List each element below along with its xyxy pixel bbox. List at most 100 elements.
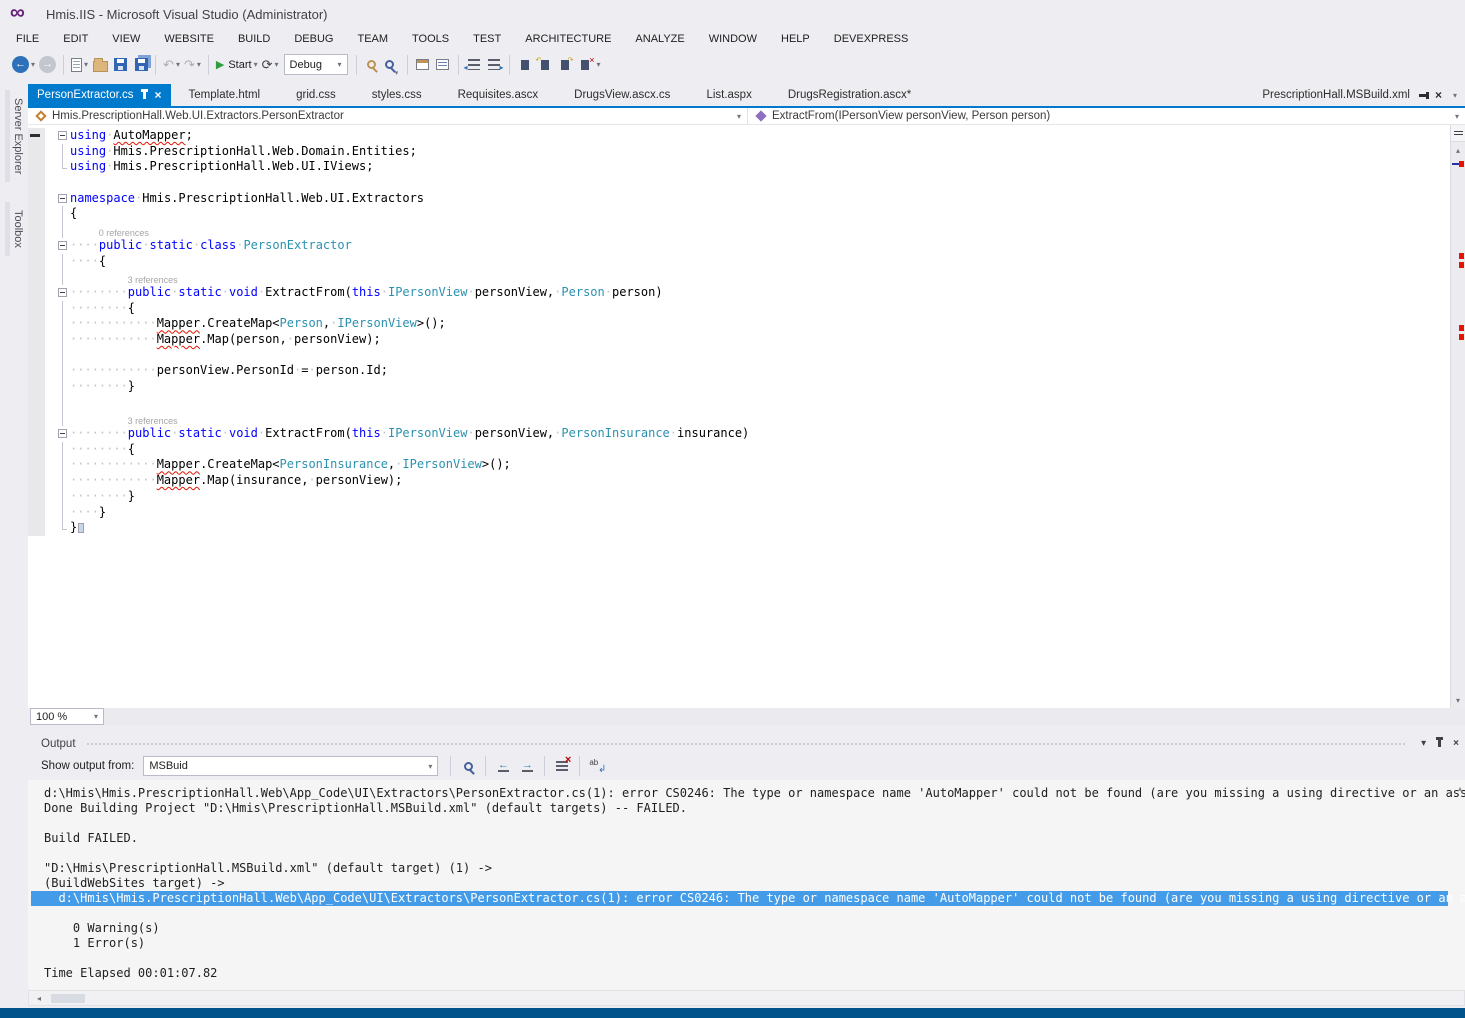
uncomment-selection-button[interactable] [433, 53, 453, 77]
indicator-margin[interactable] [28, 316, 45, 332]
code-lens-references[interactable]: 3 references [70, 414, 178, 430]
code-line[interactable]: } [28, 520, 1450, 536]
chevron-down-icon[interactable]: ▾ [1453, 91, 1457, 100]
menu-item-team[interactable]: TEAM [345, 30, 400, 48]
indicator-margin[interactable] [28, 269, 45, 285]
sidebar-tab-server-explorer[interactable]: Server Explorer [5, 90, 26, 182]
output-line[interactable]: d:\Hmis\Hmis.PrescriptionHall.Web\App_Co… [44, 786, 1465, 801]
output-line[interactable]: 0 Warning(s) [44, 921, 1465, 936]
scrollbar-thumb[interactable] [51, 994, 85, 1003]
sidebar-tab-toolbox[interactable]: Toolbox [5, 202, 26, 256]
chevron-down-icon[interactable]: ▾ [737, 112, 741, 121]
split-window-handle[interactable] [1451, 125, 1465, 142]
open-file-button[interactable] [90, 53, 110, 77]
collapse-region-button[interactable] [58, 241, 67, 250]
indicator-margin[interactable] [28, 144, 45, 160]
code-line[interactable]: 3 references [28, 269, 1450, 285]
code-line[interactable]: ············Mapper.Map(insurance,·person… [28, 473, 1450, 489]
menu-item-website[interactable]: WEBSITE [152, 30, 226, 48]
window-position-chevron[interactable]: ▾ [1421, 738, 1426, 749]
indicator-margin[interactable] [28, 395, 45, 411]
code-lens-references[interactable]: 0 references [70, 226, 149, 242]
indicator-margin[interactable] [28, 332, 45, 348]
output-line[interactable] [44, 906, 1465, 921]
menu-item-edit[interactable]: EDIT [51, 30, 100, 48]
code-line[interactable]: ········public·static·void·ExtractFrom(t… [28, 285, 1450, 301]
indicator-margin[interactable] [28, 254, 45, 270]
next-message-button[interactable]: → [515, 756, 539, 776]
indicator-margin[interactable] [28, 128, 45, 144]
scroll-up-arrow[interactable]: ▴ [1451, 146, 1465, 155]
code-line[interactable] [28, 348, 1450, 364]
indicator-margin[interactable] [28, 442, 45, 458]
save-button[interactable] [110, 53, 130, 77]
toggle-bookmark-button[interactable] [515, 53, 535, 77]
chevron-down-icon[interactable]: ▾ [31, 60, 35, 69]
indicator-margin[interactable] [28, 426, 45, 442]
output-line[interactable] [44, 816, 1465, 831]
pin-icon[interactable] [143, 92, 146, 99]
tab-template-html[interactable]: Template.html [171, 84, 279, 106]
code-line[interactable]: ············Mapper.CreateMap<PersonInsur… [28, 457, 1450, 473]
code-line[interactable] [28, 395, 1450, 411]
scroll-down-arrow[interactable]: ▾ [1451, 696, 1465, 705]
chevron-down-icon[interactable]: ▾ [197, 60, 201, 69]
pin-icon[interactable] [1419, 94, 1426, 97]
clear-all-button[interactable]: × [550, 756, 574, 776]
menu-item-tools[interactable]: TOOLS [400, 30, 461, 48]
indicator-margin[interactable] [28, 191, 45, 207]
code-line[interactable]: using·AutoMapper; [28, 128, 1450, 144]
menu-item-devexpress[interactable]: DEVEXPRESS [822, 30, 921, 48]
menu-item-debug[interactable]: DEBUG [282, 30, 345, 48]
collapse-region-button[interactable] [58, 429, 67, 438]
code-lens-references[interactable]: 3 references [70, 273, 178, 289]
output-line[interactable] [44, 951, 1465, 966]
preview-tab-prescriptionhall-msbuild[interactable]: PrescriptionHall.MSBuild.xml × ▾ [1254, 84, 1465, 106]
code-line[interactable]: ············Mapper.CreateMap<Person,·IPe… [28, 316, 1450, 332]
chevron-down-icon[interactable]: ▾ [395, 69, 399, 77]
menu-item-window[interactable]: WINDOW [697, 30, 769, 48]
indicator-margin[interactable] [28, 222, 45, 238]
decrease-indent-button[interactable]: ◂ [464, 53, 484, 77]
output-line[interactable]: 1 Error(s) [44, 936, 1465, 951]
code-line[interactable]: 0 references [28, 222, 1450, 238]
indicator-margin[interactable] [28, 489, 45, 505]
menu-item-view[interactable]: VIEW [100, 30, 152, 48]
indicator-margin[interactable] [28, 363, 45, 379]
chevron-down-icon[interactable]: ▾ [84, 60, 88, 69]
tab-drugsview-ascx-cs[interactable]: DrugsView.ascx.cs [556, 84, 688, 106]
output-line[interactable] [44, 846, 1465, 861]
output-log[interactable]: d:\Hmis\Hmis.PrescriptionHall.Web\App_Co… [28, 780, 1465, 990]
code-line[interactable]: ········{ [28, 442, 1450, 458]
chevron-down-icon[interactable]: ▾ [1455, 112, 1459, 121]
increase-indent-button[interactable]: ▸ [484, 53, 504, 77]
navigate-forward-button[interactable]: → [37, 53, 58, 77]
type-dropdown[interactable]: Hmis.PrescriptionHall.Web.UI.Extractors.… [28, 108, 748, 124]
close-icon[interactable]: × [1435, 88, 1442, 102]
scroll-left-arrow[interactable]: ◂ [37, 994, 41, 1003]
toolbar-options-chevron[interactable]: ▾ [597, 60, 601, 69]
menu-item-test[interactable]: TEST [461, 30, 513, 48]
next-bookmark-button[interactable]: ↷ [555, 53, 575, 77]
code-editor[interactable]: using·AutoMapper;using·Hmis.Prescription… [28, 125, 1450, 708]
solution-configuration-dropdown[interactable]: Debug ▾ [284, 54, 348, 75]
output-source-dropdown[interactable]: MSBuid ▾ [143, 756, 438, 776]
indicator-margin[interactable] [28, 520, 45, 536]
comment-selection-button[interactable] [413, 53, 433, 77]
indicator-margin[interactable] [28, 175, 45, 191]
toggle-word-wrap-button[interactable]: ab↲ [585, 756, 609, 776]
code-line[interactable]: ········{ [28, 301, 1450, 317]
previous-bookmark-button[interactable]: ↶ [535, 53, 555, 77]
indicator-margin[interactable] [28, 301, 45, 317]
code-line[interactable]: ········} [28, 379, 1450, 395]
indicator-margin[interactable] [28, 457, 45, 473]
previous-message-button[interactable]: ← [491, 756, 515, 776]
output-line[interactable]: (BuildWebSites target) -> [44, 876, 1465, 891]
code-line[interactable]: { [28, 206, 1450, 222]
indicator-margin[interactable] [28, 505, 45, 521]
menu-item-architecture[interactable]: ARCHITECTURE [513, 30, 623, 48]
output-line-selected[interactable]: d:\Hmis\Hmis.PrescriptionHall.Web\App_Co… [31, 891, 1448, 906]
quick-find-button[interactable]: ▾ [382, 53, 402, 77]
menu-item-analyze[interactable]: ANALYZE [623, 30, 696, 48]
indicator-margin[interactable] [28, 159, 45, 175]
